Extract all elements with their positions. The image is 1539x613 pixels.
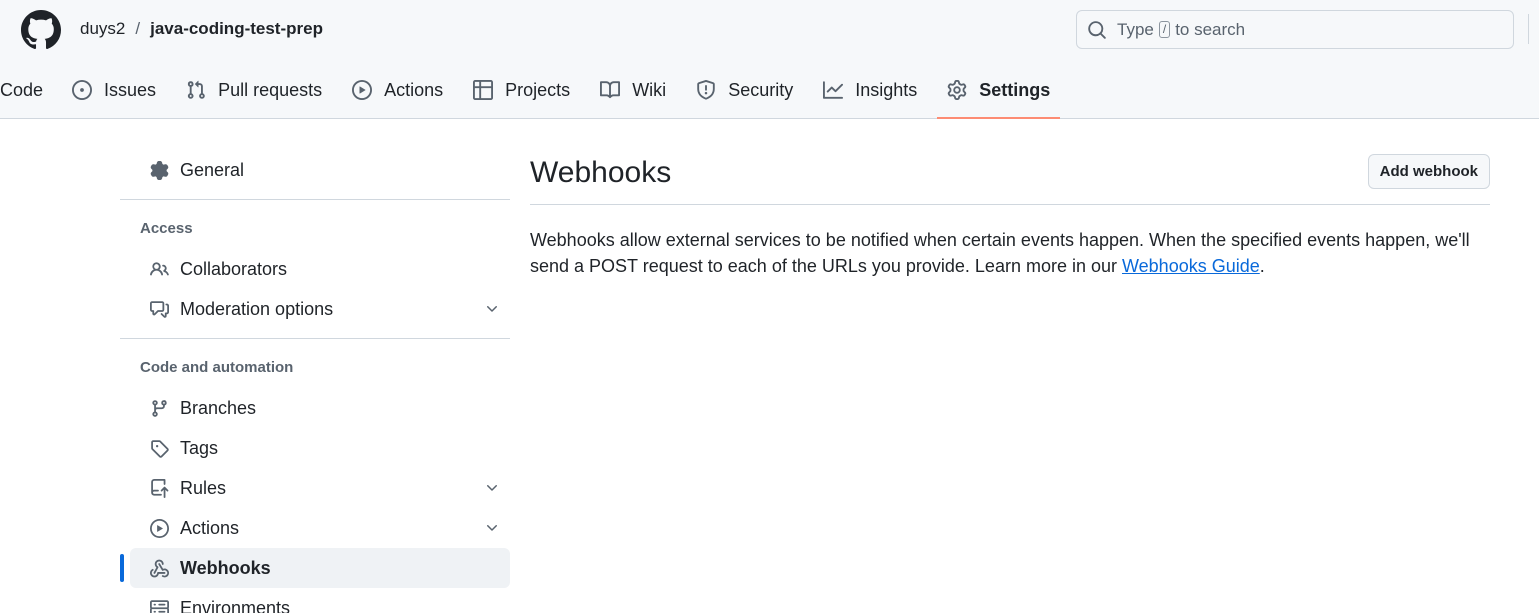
header-divider: [1528, 14, 1529, 44]
sidebar-item-moderation-options[interactable]: Moderation options: [130, 289, 510, 329]
graph-icon: [823, 81, 844, 99]
sidebar-divider: [120, 199, 510, 200]
tab-pull-requests[interactable]: Pull requests: [176, 70, 332, 110]
sidebar-item-environments[interactable]: Environments: [130, 588, 510, 613]
play-icon: [352, 80, 373, 100]
tab-label: Wiki: [632, 79, 667, 100]
tab-label: Code: [0, 79, 44, 100]
sidebar-item-label: Actions: [180, 517, 240, 538]
search-input[interactable]: Type / to search: [1076, 10, 1514, 49]
tab-label: Issues: [104, 79, 157, 100]
breadcrumb: duys2 / java-coding-test-prep: [80, 19, 323, 39]
sidebar-item-general[interactable]: General: [130, 150, 510, 190]
tab-label: Security: [728, 79, 794, 100]
sidebar-item-label: Collaborators: [180, 258, 288, 279]
sidebar-item-actions[interactable]: Actions: [130, 508, 510, 548]
tab-label: Pull requests: [218, 79, 323, 100]
sidebar-heading-code-automation: Code and automation: [140, 359, 294, 376]
description-period: .: [1259, 256, 1265, 276]
server-icon: [150, 599, 169, 613]
sidebar-item-collaborators[interactable]: Collaborators: [130, 249, 510, 289]
sidebar-divider: [120, 338, 510, 339]
gear-icon: [150, 160, 169, 180]
comment-discussion-icon: [150, 300, 169, 318]
tab-settings[interactable]: Settings: [937, 70, 1061, 119]
sidebar-item-label: General: [180, 159, 245, 180]
search-placeholder-before: Type: [1117, 19, 1154, 39]
tab-security[interactable]: Security: [686, 70, 803, 110]
github-logo-icon[interactable]: [21, 10, 61, 50]
search-placeholder-after: to search: [1175, 19, 1246, 39]
shield-icon: [697, 80, 715, 100]
add-webhook-button[interactable]: Add webhook: [1367, 154, 1490, 189]
webhooks-description: Webhooks allow external services to be n…: [530, 227, 1490, 279]
tab-wiki[interactable]: Wiki: [590, 70, 676, 110]
chevron-down-icon[interactable]: [484, 301, 500, 317]
webhooks-guide-link[interactable]: Webhooks Guide: [1122, 256, 1260, 276]
settings-sidebar: General Access Collaborators Moderation …: [120, 150, 510, 613]
sidebar-item-branches[interactable]: Branches: [130, 388, 510, 428]
tab-label: Actions: [384, 79, 444, 100]
page-title: Webhooks: [530, 156, 672, 189]
sidebar-item-label: Tags: [180, 437, 219, 458]
sidebar-item-label: Webhooks: [180, 557, 271, 578]
table-icon: [473, 80, 494, 100]
owner-link[interactable]: duys2: [80, 19, 125, 39]
gear-icon: [948, 80, 967, 100]
sidebar-item-label: Environments: [180, 597, 291, 613]
chevron-down-icon[interactable]: [484, 480, 500, 496]
repo-link[interactable]: java-coding-test-prep: [150, 19, 323, 39]
git-branch-icon: [152, 399, 167, 417]
chevron-down-icon[interactable]: [484, 520, 500, 536]
repo-push-icon: [151, 478, 169, 498]
sidebar-item-label: Rules: [180, 477, 227, 498]
tab-issues[interactable]: Issues: [62, 70, 166, 110]
tab-insights[interactable]: Insights: [813, 70, 927, 110]
tab-code[interactable]: Code: [0, 70, 53, 110]
book-icon: [600, 81, 621, 99]
search-icon: [1088, 20, 1106, 39]
webhook-icon: [150, 559, 169, 577]
tag-icon: [151, 439, 169, 458]
play-icon: [150, 518, 169, 538]
sidebar-item-webhooks[interactable]: Webhooks: [120, 548, 510, 588]
sidebar-item-rules[interactable]: Rules: [130, 468, 510, 508]
sidebar-item-label: Branches: [180, 397, 257, 418]
pull-request-icon: [187, 80, 205, 99]
repo-header: duys2 / java-coding-test-prep Type / to …: [0, 0, 1539, 119]
tab-label: Settings: [979, 79, 1051, 100]
issue-icon: [72, 80, 93, 100]
tab-actions[interactable]: Actions: [342, 70, 453, 110]
tab-projects[interactable]: Projects: [463, 70, 580, 110]
sidebar-item-label: Moderation options: [180, 298, 334, 319]
search-shortcut-key: /: [1158, 21, 1171, 38]
tab-label: Insights: [855, 79, 918, 100]
tab-label: Projects: [505, 79, 571, 100]
repo-nav-tabs: Code Issues Pull requests Actions Projec…: [0, 70, 1070, 119]
title-divider: [530, 204, 1490, 205]
breadcrumb-separator: /: [135, 19, 141, 38]
description-text: Webhooks allow external services to be n…: [530, 230, 1470, 276]
sidebar-item-tags[interactable]: Tags: [130, 428, 510, 468]
people-icon: [150, 261, 169, 275]
sidebar-heading-access: Access: [140, 220, 193, 237]
